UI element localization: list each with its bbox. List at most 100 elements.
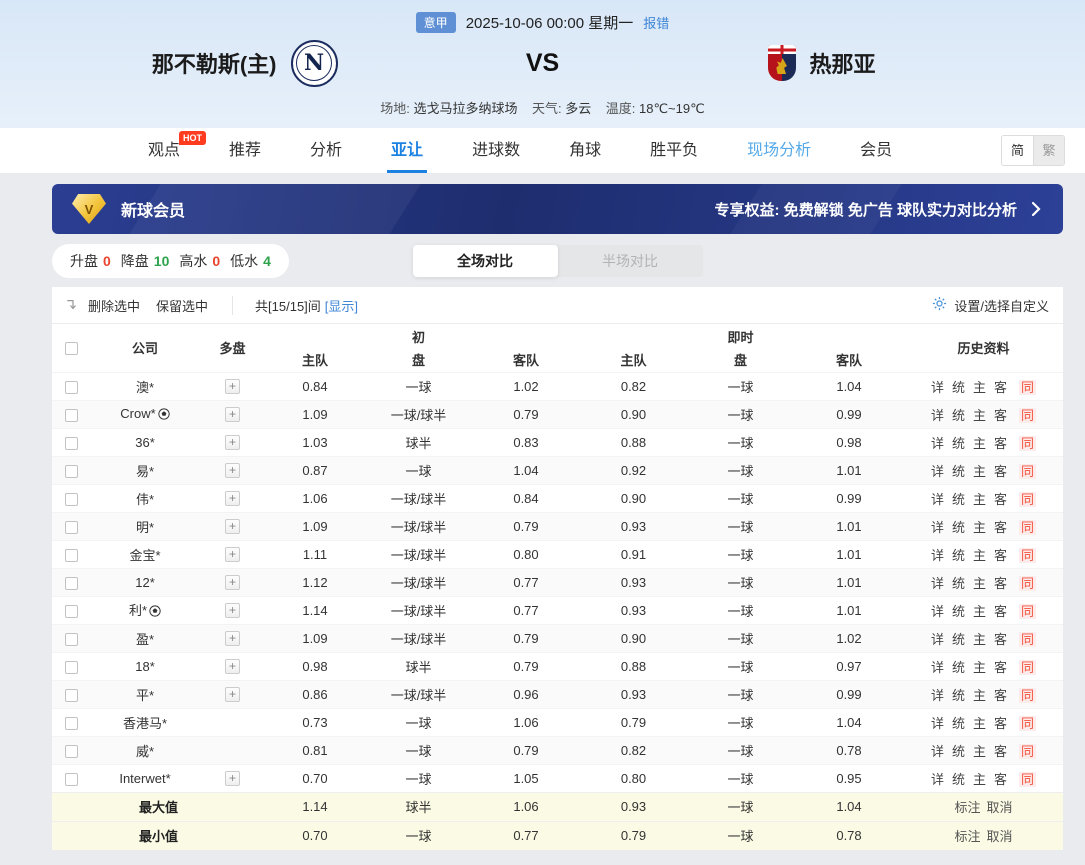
history-stats-link[interactable]: 统 xyxy=(952,576,965,591)
row-checkbox[interactable] xyxy=(64,632,78,646)
row-checkbox[interactable] xyxy=(64,492,78,506)
history-away-link[interactable]: 客 xyxy=(994,520,1007,535)
history-detail-link[interactable]: 详 xyxy=(931,520,944,535)
history-away-link[interactable]: 客 xyxy=(994,408,1007,423)
history-stats-link[interactable]: 统 xyxy=(952,772,965,787)
company-name[interactable]: 12* xyxy=(135,575,155,590)
history-away-link[interactable]: 客 xyxy=(994,464,1007,479)
history-detail-link[interactable]: 详 xyxy=(931,604,944,619)
expand-multi-button[interactable]: + xyxy=(225,631,240,646)
history-same-link[interactable]: 同 xyxy=(1019,603,1037,619)
tab-analysis[interactable]: 分析 xyxy=(310,128,342,173)
history-stats-link[interactable]: 统 xyxy=(952,688,965,703)
tab-win-draw-lose[interactable]: 胜平负 xyxy=(650,128,698,173)
expand-multi-button[interactable]: + xyxy=(225,603,240,618)
row-checkbox[interactable] xyxy=(64,688,78,702)
history-same-link[interactable]: 同 xyxy=(1019,659,1037,675)
history-home-link[interactable]: 主 xyxy=(973,716,986,731)
row-checkbox[interactable] xyxy=(64,744,78,758)
history-detail-link[interactable]: 详 xyxy=(931,772,944,787)
cancel-action[interactable]: 取消 xyxy=(987,829,1013,844)
history-home-link[interactable]: 主 xyxy=(973,408,986,423)
history-away-link[interactable]: 客 xyxy=(994,576,1007,591)
history-home-link[interactable]: 主 xyxy=(973,520,986,535)
history-home-link[interactable]: 主 xyxy=(973,492,986,507)
history-detail-link[interactable]: 详 xyxy=(931,464,944,479)
company-name[interactable]: 香港马* xyxy=(123,716,167,731)
history-detail-link[interactable]: 详 xyxy=(931,408,944,423)
expand-multi-button[interactable]: + xyxy=(225,407,240,422)
history-stats-link[interactable]: 统 xyxy=(952,660,965,675)
delete-selected-button[interactable]: 删除选中 xyxy=(88,296,140,315)
history-same-link[interactable]: 同 xyxy=(1019,631,1037,647)
history-away-link[interactable]: 客 xyxy=(994,716,1007,731)
company-name[interactable]: 金宝* xyxy=(129,548,160,563)
expand-multi-button[interactable]: + xyxy=(225,463,240,478)
row-checkbox[interactable] xyxy=(64,772,78,786)
history-same-link[interactable]: 同 xyxy=(1019,771,1037,787)
expand-multi-button[interactable]: + xyxy=(225,435,240,450)
report-error-link[interactable]: 报错 xyxy=(643,13,669,32)
history-same-link[interactable]: 同 xyxy=(1019,687,1037,703)
row-checkbox[interactable] xyxy=(64,660,78,674)
history-away-link[interactable]: 客 xyxy=(994,436,1007,451)
tab-recommend[interactable]: 推荐 xyxy=(229,128,261,173)
expand-multi-button[interactable]: + xyxy=(225,575,240,590)
expand-multi-button[interactable]: + xyxy=(225,687,240,702)
tab-viewpoints[interactable]: 观点 HOT xyxy=(148,128,207,173)
tab-goals[interactable]: 进球数 xyxy=(472,128,520,173)
mark-action[interactable]: 标注 xyxy=(954,800,980,815)
history-stats-link[interactable]: 统 xyxy=(952,520,965,535)
history-home-link[interactable]: 主 xyxy=(973,464,986,479)
history-stats-link[interactable]: 统 xyxy=(952,492,965,507)
history-home-link[interactable]: 主 xyxy=(973,744,986,759)
half-match-toggle[interactable]: 半场对比 xyxy=(558,245,703,277)
lang-simplified-button[interactable]: 简 xyxy=(1002,136,1033,165)
keep-selected-button[interactable]: 保留选中 xyxy=(156,296,208,315)
history-home-link[interactable]: 主 xyxy=(973,660,986,675)
history-same-link[interactable]: 同 xyxy=(1019,715,1037,731)
history-same-link[interactable]: 同 xyxy=(1019,379,1037,395)
expand-multi-button[interactable]: + xyxy=(225,379,240,394)
history-stats-link[interactable]: 统 xyxy=(952,548,965,563)
history-detail-link[interactable]: 详 xyxy=(931,716,944,731)
history-detail-link[interactable]: 详 xyxy=(931,492,944,507)
expand-multi-button[interactable]: + xyxy=(225,659,240,674)
history-detail-link[interactable]: 详 xyxy=(931,744,944,759)
history-detail-link[interactable]: 详 xyxy=(931,436,944,451)
row-checkbox[interactable] xyxy=(64,380,78,394)
history-detail-link[interactable]: 详 xyxy=(931,380,944,395)
history-away-link[interactable]: 客 xyxy=(994,772,1007,787)
history-away-link[interactable]: 客 xyxy=(994,380,1007,395)
expand-multi-button[interactable]: + xyxy=(225,771,240,786)
row-checkbox[interactable] xyxy=(64,576,78,590)
tab-corners[interactable]: 角球 xyxy=(569,128,601,173)
history-same-link[interactable]: 同 xyxy=(1019,575,1037,591)
history-away-link[interactable]: 客 xyxy=(994,548,1007,563)
history-same-link[interactable]: 同 xyxy=(1019,407,1037,423)
row-checkbox[interactable] xyxy=(64,604,78,618)
history-stats-link[interactable]: 统 xyxy=(952,408,965,423)
history-away-link[interactable]: 客 xyxy=(994,660,1007,675)
company-name[interactable]: 伟* xyxy=(136,492,154,507)
expand-multi-button[interactable]: + xyxy=(225,519,240,534)
history-stats-link[interactable]: 统 xyxy=(952,604,965,619)
history-away-link[interactable]: 客 xyxy=(994,744,1007,759)
mark-action[interactable]: 标注 xyxy=(954,829,980,844)
history-home-link[interactable]: 主 xyxy=(973,380,986,395)
company-name[interactable]: 盈* xyxy=(136,632,154,647)
company-name[interactable]: 澳* xyxy=(136,380,154,395)
history-away-link[interactable]: 客 xyxy=(994,632,1007,647)
history-same-link[interactable]: 同 xyxy=(1019,463,1037,479)
history-away-link[interactable]: 客 xyxy=(994,688,1007,703)
history-stats-link[interactable]: 统 xyxy=(952,716,965,731)
row-checkbox[interactable] xyxy=(64,408,78,422)
history-home-link[interactable]: 主 xyxy=(973,632,986,647)
tab-asian-handicap[interactable]: 亚让 xyxy=(387,128,428,173)
tab-member[interactable]: 会员 xyxy=(860,128,892,173)
company-name[interactable]: Interwet* xyxy=(119,771,170,786)
select-all-checkbox[interactable] xyxy=(64,342,78,356)
full-match-toggle[interactable]: 全场对比 xyxy=(412,245,558,277)
history-detail-link[interactable]: 详 xyxy=(931,548,944,563)
history-home-link[interactable]: 主 xyxy=(973,576,986,591)
